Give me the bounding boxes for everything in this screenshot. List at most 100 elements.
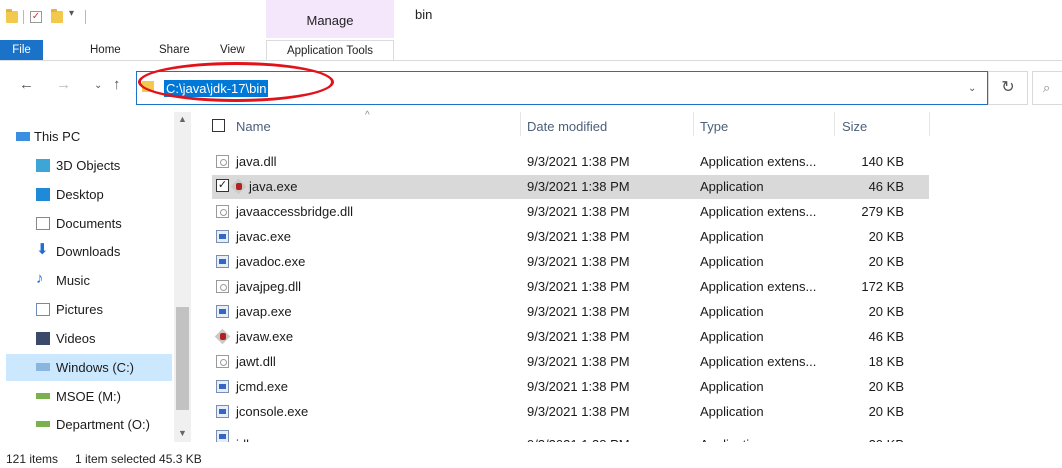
nav-item-downloads[interactable]: ⬇ Downloads <box>6 238 172 265</box>
file-row[interactable]: jdb.exe 9/3/2021 1:38 PM Application 20 … <box>212 425 929 443</box>
tab-view[interactable]: View <box>220 40 245 60</box>
column-header-date[interactable]: Date modified <box>527 119 607 134</box>
nav-item-pictures[interactable]: Pictures <box>6 296 172 323</box>
nav-pane-scrollbar-thumb[interactable] <box>176 307 189 410</box>
network-drive-icon <box>36 421 50 427</box>
file-size: 18 KB <box>868 354 904 369</box>
file-type: Application <box>700 229 764 244</box>
file-row[interactable]: javajpeg.dll 9/3/2021 1:38 PM Applicatio… <box>212 275 929 299</box>
scroll-down-icon[interactable]: ▼ <box>178 428 187 438</box>
file-size: 172 KB <box>861 279 904 294</box>
file-name: javaw.exe <box>236 329 294 344</box>
pc-icon <box>16 132 30 141</box>
separator <box>23 10 24 24</box>
downloads-icon: ⬇ <box>36 241 49 258</box>
dll-file-icon <box>216 280 229 293</box>
exe-file-icon <box>216 230 229 243</box>
nav-item-videos[interactable]: Videos <box>6 325 172 352</box>
customize-toolbar-icon[interactable]: ▾ <box>69 8 74 19</box>
sort-ascending-icon: ^ <box>365 110 370 121</box>
file-name: javajpeg.dll <box>236 279 302 294</box>
file-name: javaaccessbridge.dll <box>236 204 354 219</box>
file-name: javap.exe <box>236 304 292 319</box>
file-date: 9/3/2021 1:38 PM <box>527 229 630 244</box>
java-exe-icon <box>216 330 229 343</box>
nav-item-msoe-m[interactable]: MSOE (M:) <box>6 383 172 410</box>
file-size: 46 KB <box>868 329 904 344</box>
pictures-icon <box>36 303 50 316</box>
file-type: Application <box>700 329 764 344</box>
file-row[interactable]: javadoc.exe 9/3/2021 1:38 PM Application… <box>212 250 929 274</box>
nav-item-desktop[interactable]: Desktop <box>6 181 172 208</box>
separator <box>85 10 86 24</box>
column-header-size[interactable]: Size <box>842 119 867 134</box>
nav-item-windows-c[interactable]: Windows (C:) <box>6 354 172 381</box>
file-name: javac.exe <box>236 229 291 244</box>
3d-objects-icon <box>36 159 50 172</box>
column-separator[interactable] <box>929 112 930 136</box>
file-row[interactable]: jawt.dll 9/3/2021 1:38 PM Application ex… <box>212 350 929 374</box>
nav-item-music[interactable]: ♪ Music <box>6 267 172 294</box>
file-name: javadoc.exe <box>236 254 306 269</box>
file-row[interactable]: javac.exe 9/3/2021 1:38 PM Application 2… <box>212 225 929 249</box>
new-folder-icon[interactable] <box>51 9 63 23</box>
tab-application-tools[interactable]: Application Tools <box>266 40 394 60</box>
exe-file-icon <box>216 405 229 418</box>
file-row[interactable]: java.dll 9/3/2021 1:38 PM Application ex… <box>212 150 929 174</box>
file-size: 279 KB <box>861 204 904 219</box>
dll-file-icon <box>216 205 229 218</box>
tab-share[interactable]: Share <box>159 40 190 60</box>
file-row[interactable]: jconsole.exe 9/3/2021 1:38 PM Applicatio… <box>212 400 929 424</box>
select-all-checkbox[interactable] <box>212 119 225 132</box>
file-type: Application extens... <box>700 204 817 219</box>
documents-icon <box>36 217 50 230</box>
file-row[interactable]: javap.exe 9/3/2021 1:38 PM Application 2… <box>212 300 929 324</box>
column-separator[interactable] <box>693 112 694 136</box>
forward-arrow-icon[interactable]: → <box>56 76 71 93</box>
file-row[interactable]: jcmd.exe 9/3/2021 1:38 PM Application 20… <box>212 375 929 399</box>
up-arrow-icon[interactable]: ↑ <box>113 76 121 93</box>
file-type: Application extens... <box>700 354 817 369</box>
refresh-icon[interactable]: ↻ <box>988 71 1028 105</box>
java-exe-icon <box>232 180 245 193</box>
address-history-chevron-icon[interactable]: ⌄ <box>968 83 976 94</box>
nav-item-department-o[interactable]: Department (O:) <box>6 411 172 438</box>
column-header-name[interactable]: Name <box>236 119 271 134</box>
column-separator[interactable] <box>834 112 835 136</box>
file-date: 9/3/2021 1:38 PM <box>527 329 630 344</box>
file-date: 9/3/2021 1:38 PM <box>527 404 630 419</box>
file-date: 9/3/2021 1:38 PM <box>527 379 630 394</box>
back-arrow-icon[interactable]: ← <box>19 76 34 93</box>
drive-icon <box>36 363 50 371</box>
ribbon-divider <box>0 60 1062 61</box>
file-size: 140 KB <box>861 154 904 169</box>
tab-file[interactable]: File <box>0 40 43 60</box>
column-header-type[interactable]: Type <box>700 119 728 134</box>
file-date: 9/3/2021 1:38 PM <box>527 279 630 294</box>
file-row[interactable]: javaaccessbridge.dll 9/3/2021 1:38 PM Ap… <box>212 200 929 224</box>
file-row[interactable]: javaw.exe 9/3/2021 1:38 PM Application 4… <box>212 325 929 349</box>
file-date: 9/3/2021 1:38 PM <box>527 204 630 219</box>
file-row-selected[interactable]: ✓ java.exe 9/3/2021 1:38 PM Application … <box>212 175 929 199</box>
column-separator[interactable] <box>520 112 521 136</box>
file-date: 9/3/2021 1:38 PM <box>527 154 630 169</box>
exe-file-icon <box>216 305 229 318</box>
window-title: bin <box>415 7 433 22</box>
status-item-count: 121 items <box>6 452 59 466</box>
scroll-up-icon[interactable]: ▲ <box>178 114 187 124</box>
nav-item-documents[interactable]: Documents <box>6 210 172 237</box>
file-type: Application <box>700 379 764 394</box>
row-checkbox[interactable]: ✓ <box>216 179 229 192</box>
file-date: 9/3/2021 1:38 PM <box>527 304 630 319</box>
tab-home[interactable]: Home <box>90 40 121 60</box>
search-icon[interactable]: ⌕ <box>1032 71 1062 105</box>
exe-file-icon <box>216 255 229 268</box>
file-name: jcmd.exe <box>236 379 289 394</box>
chevron-down-icon[interactable]: ⌄ <box>94 80 102 91</box>
context-tab-group-label: Manage <box>306 13 354 28</box>
nav-item-3d-objects[interactable]: 3D Objects <box>6 152 172 179</box>
nav-item-this-pc[interactable]: This PC <box>6 123 172 150</box>
highlight-oval <box>138 62 334 102</box>
properties-check-icon[interactable]: ✓ <box>30 11 42 23</box>
status-selection: 1 item selected 45.3 KB <box>75 452 202 466</box>
